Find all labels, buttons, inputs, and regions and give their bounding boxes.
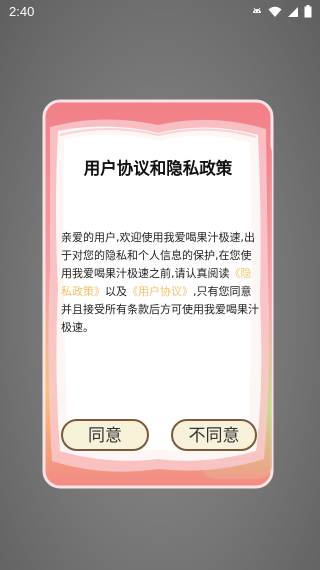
user-agreement-link[interactable]: 《用户协议》 <box>127 285 193 298</box>
agree-button[interactable]: 同意 <box>61 419 149 451</box>
battery-icon <box>304 5 312 22</box>
status-bar: 2:40 <box>0 0 320 24</box>
dialog-body: 亲爱的用户,欢迎使用我爱喝果汁极速,出于对您的隐私和个人信息的保护,在您使用我爱… <box>61 229 261 337</box>
android-icon <box>251 6 263 22</box>
body-text-part1: 亲爱的用户,欢迎使用我爱喝果汁极速,出于对您的隐私和个人信息的保护,在您使用我爱… <box>61 231 255 280</box>
dialog-title: 用户协议和隐私政策 <box>83 159 233 178</box>
signal-icon <box>287 6 299 22</box>
disagree-button[interactable]: 不同意 <box>171 419 257 451</box>
wifi-icon <box>268 6 282 22</box>
status-time: 2:40 <box>9 4 35 19</box>
privacy-dialog: 用户协议和隐私政策 亲爱的用户,欢迎使用我爱喝果汁极速,出于对您的隐私和个人信息… <box>42 99 274 489</box>
body-text-part2: 以及 <box>105 285 127 298</box>
status-icons <box>251 5 312 22</box>
